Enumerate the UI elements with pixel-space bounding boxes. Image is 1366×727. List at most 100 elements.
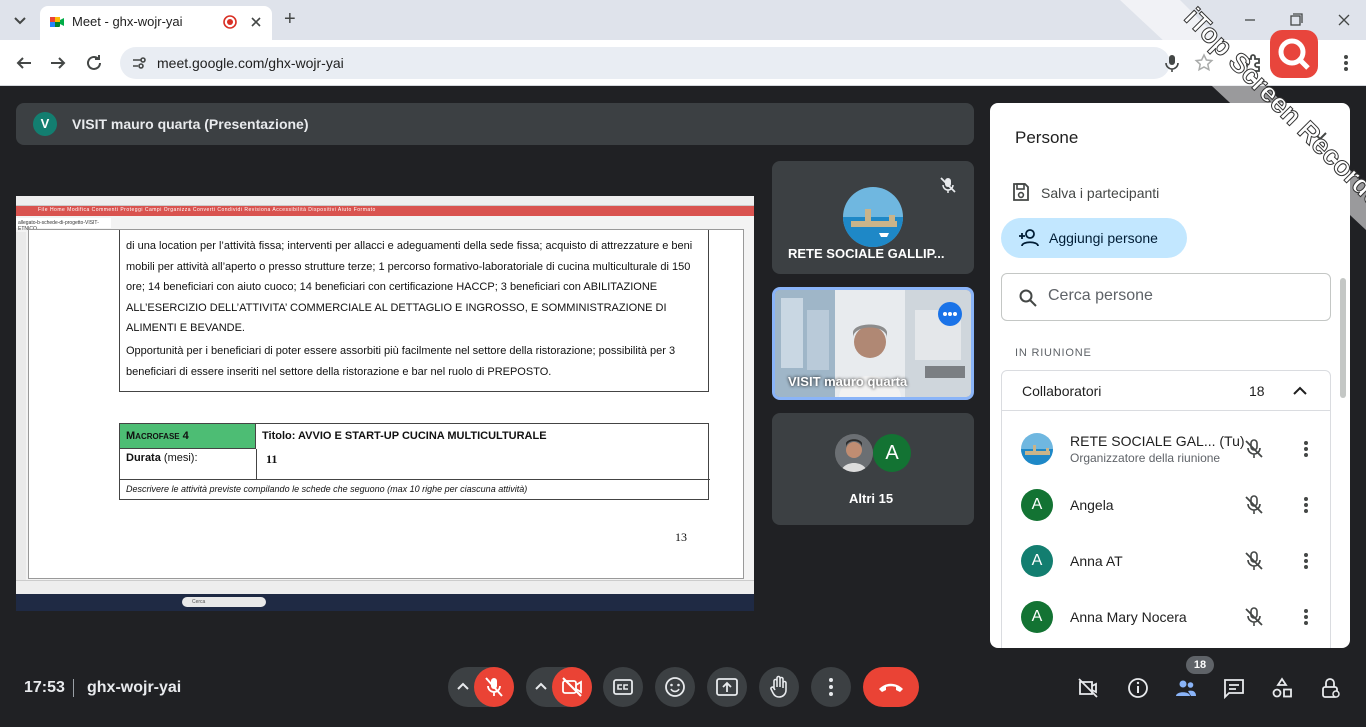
shared-taskbar-search: Cerca (182, 597, 266, 607)
tab-close-icon[interactable] (248, 14, 264, 30)
participant-avatar: A (1021, 601, 1053, 633)
more-vert-icon[interactable] (1294, 549, 1318, 573)
bookmark-star-icon[interactable] (1194, 53, 1214, 73)
participant-row[interactable]: RETE SOCIALE GAL... (Tu) Organizzatore d… (1002, 421, 1330, 477)
site-settings-icon[interactable] (130, 54, 148, 72)
panel-scrollbar[interactable] (1340, 278, 1346, 398)
window-restore-icon[interactable] (1286, 10, 1306, 30)
forward-arrow-icon[interactable] (46, 51, 70, 75)
more-vert-icon[interactable] (1294, 437, 1318, 461)
add-people-button[interactable]: Aggiungi persone (1001, 218, 1187, 258)
document-text-box: di una location per l’attività fissa; in… (119, 230, 709, 392)
window-close-icon[interactable] (1334, 10, 1354, 30)
microphone-in-use-icon[interactable] (1162, 53, 1182, 73)
search-people-box[interactable] (1001, 273, 1331, 321)
participant-tile-rete-sociale[interactable]: RETE SOCIALE GALLIP... (772, 161, 974, 274)
shared-app-statusbar (16, 580, 754, 594)
in-meeting-section-label: IN RIUNIONE (1015, 347, 1092, 359)
toggle-microphone-button[interactable] (474, 667, 514, 707)
window-minimize-icon[interactable] (1240, 10, 1260, 30)
chevron-up-icon[interactable] (1290, 381, 1310, 401)
back-arrow-icon[interactable] (12, 51, 36, 75)
meeting-clock: 17:53 (24, 679, 65, 696)
shared-doc-tab: allegato-b-schede-di-progetto-VISIT-ETNI… (16, 218, 111, 232)
close-panel-icon[interactable] (1308, 127, 1332, 151)
macrofase-label: Macrofase 4 (126, 430, 189, 442)
captions-button[interactable] (603, 667, 643, 707)
present-screen-button[interactable] (707, 667, 747, 707)
shared-app-titlebar (16, 196, 754, 206)
participant-row[interactable]: A Angela (1002, 477, 1330, 533)
host-controls-icon[interactable] (1318, 676, 1342, 700)
shared-screen[interactable]: File Home Modifica Commenti Proteggi Cam… (16, 196, 754, 611)
collaborators-count: 18 (1249, 383, 1265, 399)
participant-avatar-letter: A (873, 434, 911, 472)
participant-name: RETE SOCIALE GAL... (Tu) (1070, 433, 1245, 449)
add-people-label: Aggiungi persone (1049, 230, 1158, 246)
durata-row: Durata (mesi): 11 (120, 449, 710, 480)
presenter-name: VISIT mauro quarta (Presentazione) (72, 116, 309, 132)
browser-tab-meet[interactable]: Meet - ghx-wojr-yai (40, 6, 272, 40)
collaborators-header[interactable]: Collaboratori 18 (1002, 371, 1330, 411)
durata-label-text: Durata (126, 452, 161, 464)
people-count-badge: 18 (1186, 656, 1214, 674)
participant-name: Anna Mary Nocera (1070, 609, 1187, 625)
reload-icon[interactable] (82, 51, 106, 75)
muted-mic-icon[interactable] (1242, 605, 1266, 629)
macrofase-title: Titolo: AVVIO E START-UP CUCINA MULTICUL… (262, 430, 547, 442)
tab-search-icon[interactable] (8, 8, 32, 32)
chrome-menu-icon[interactable] (1334, 51, 1358, 75)
shared-app-toolbar (16, 232, 26, 582)
document-paragraph-2: Opportunità per i beneficiari di poter e… (126, 345, 676, 378)
meeting-details-icon[interactable] (1076, 676, 1100, 700)
reactions-button[interactable] (655, 667, 695, 707)
more-vert-icon[interactable] (1294, 605, 1318, 629)
participant-tile-others[interactable]: A Altri 15 (772, 413, 974, 525)
muted-mic-icon[interactable] (1242, 493, 1266, 517)
people-panel: Persone Salva i partecipanti Aggiungi pe… (990, 103, 1350, 648)
mic-options-chevron-icon[interactable] (453, 677, 473, 697)
participant-tile-name: VISIT mauro quarta (788, 374, 908, 389)
info-icon[interactable] (1126, 676, 1150, 700)
browser-tab-strip: Meet - ghx-wojr-yai + (0, 0, 1366, 40)
people-icon[interactable] (1174, 676, 1198, 700)
participant-avatar: A (1021, 545, 1053, 577)
leave-call-button[interactable] (863, 667, 919, 707)
chat-icon[interactable] (1222, 676, 1246, 700)
search-icon (1018, 288, 1038, 308)
table-divider (256, 449, 257, 480)
activities-icon[interactable] (1270, 676, 1294, 700)
durata-unit: (mesi): (163, 452, 198, 464)
participant-role: Organizzatore della riunione (1070, 451, 1221, 465)
raise-hand-button[interactable] (759, 667, 799, 707)
participant-tile-visit-mauro[interactable]: VISIT mauro quarta (772, 287, 974, 400)
others-count-label: Altri 15 (849, 491, 894, 506)
camera-control (526, 667, 592, 707)
participant-tile-name: RETE SOCIALE GALLIP... (788, 246, 945, 261)
toggle-camera-button[interactable] (552, 667, 592, 707)
save-participants-button[interactable]: Salva i partecipanti (1041, 185, 1159, 201)
participant-avatar (843, 187, 903, 247)
participant-avatar: A (1021, 489, 1053, 521)
shared-app-ribbon-tabs: File Home Modifica Commenti Proteggi Cam… (38, 207, 376, 213)
more-options-button[interactable] (811, 667, 851, 707)
participant-row[interactable]: A Anna Mary Nocera (1002, 589, 1330, 645)
address-bar[interactable]: meet.google.com/ghx-wojr-yai (120, 47, 1214, 79)
save-icon[interactable] (1010, 181, 1032, 203)
participant-avatar (835, 434, 873, 472)
more-options-icon[interactable] (938, 302, 962, 326)
muted-mic-icon[interactable] (1242, 437, 1266, 461)
add-person-icon (1017, 227, 1041, 249)
new-tab-button[interactable]: + (284, 8, 296, 31)
panel-title: Persone (1015, 128, 1079, 147)
more-vert-icon[interactable] (1294, 493, 1318, 517)
participant-row[interactable]: A Anna AT (1002, 533, 1330, 589)
meeting-code: ghx-wojr-yai (87, 679, 182, 696)
macrofase-table: Macrofase 4 Titolo: AVVIO E START-UP CUC… (119, 423, 710, 500)
document-page: di una location per l’attività fissa; in… (28, 229, 744, 579)
camera-options-chevron-icon[interactable] (531, 677, 551, 697)
muted-mic-icon[interactable] (1242, 549, 1266, 573)
extensions-icon[interactable] (1242, 51, 1266, 75)
search-people-input[interactable] (1048, 287, 1318, 305)
participant-name: Angela (1070, 497, 1114, 513)
